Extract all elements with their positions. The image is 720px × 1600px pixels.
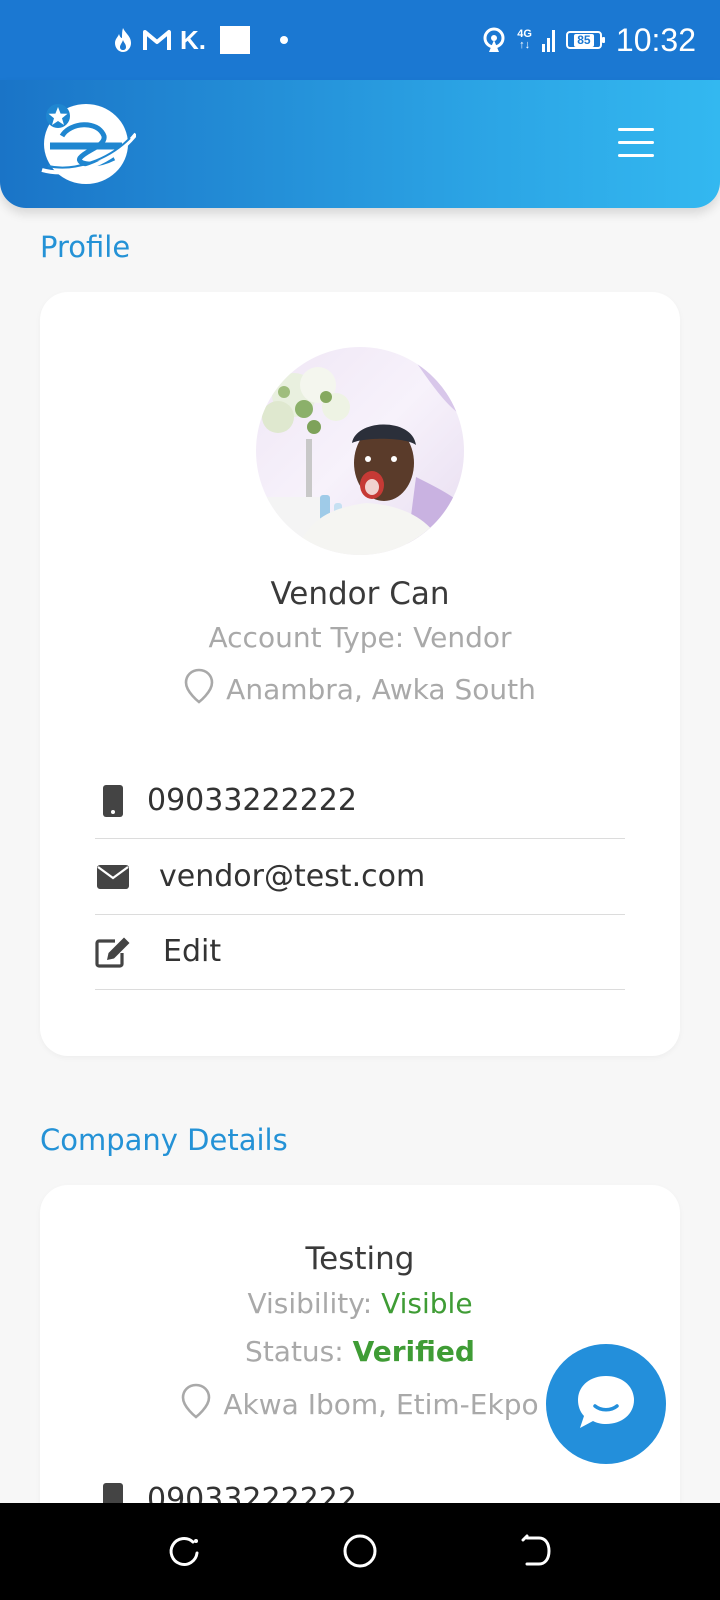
hotspot-icon bbox=[481, 27, 507, 53]
recents-icon[interactable] bbox=[162, 1529, 206, 1573]
app-header bbox=[0, 80, 720, 208]
company-location: Akwa Ibom, Etim-Ekpo bbox=[223, 1387, 539, 1421]
visibility-value: Visible bbox=[381, 1287, 473, 1320]
location-pin-icon bbox=[181, 1383, 211, 1426]
phone-icon bbox=[95, 783, 131, 819]
edit-row[interactable]: Edit bbox=[95, 914, 625, 990]
account-type-line: Account Type: Vendor bbox=[40, 618, 680, 658]
account-type-value: Vendor bbox=[413, 621, 512, 654]
battery-level: 85 bbox=[574, 33, 594, 47]
status-bar-system: 4G ↑↓ 85 10:32 bbox=[481, 18, 696, 62]
visibility-line: Visibility: Visible bbox=[40, 1283, 680, 1325]
phone-row[interactable]: 09033222222 bbox=[95, 763, 625, 839]
company-name: Testing bbox=[305, 1241, 415, 1277]
flame-icon bbox=[112, 27, 134, 53]
signal-icon bbox=[541, 28, 556, 52]
location-pin-icon bbox=[184, 668, 214, 711]
status-bar: K. 4G ↑↓ 85 10:32 bbox=[0, 0, 720, 80]
profile-location-line: Anambra, Awka South bbox=[40, 666, 680, 712]
carrier-text: K. bbox=[180, 25, 206, 55]
battery-icon: 85 bbox=[565, 31, 605, 49]
home-icon[interactable] bbox=[338, 1529, 382, 1573]
visibility-label: Visibility: bbox=[247, 1287, 373, 1320]
clock: 10:32 bbox=[615, 22, 696, 58]
system-nav-bar bbox=[0, 1503, 720, 1600]
profile-section-title: Profile bbox=[40, 230, 131, 264]
notification-square-icon bbox=[220, 26, 250, 54]
phone-number: 09033222222 bbox=[147, 783, 357, 818]
gmail-icon bbox=[142, 28, 172, 52]
status-label: Status: bbox=[245, 1335, 344, 1368]
profile-name: Vendor Can bbox=[270, 576, 450, 612]
chat-button[interactable] bbox=[546, 1344, 666, 1464]
network-activity: ↑↓ bbox=[519, 39, 531, 51]
back-icon[interactable] bbox=[514, 1529, 558, 1573]
app-logo[interactable] bbox=[40, 96, 138, 188]
account-type-label: Account Type: bbox=[208, 621, 405, 654]
envelope-icon bbox=[95, 859, 131, 895]
status-value: Verified bbox=[352, 1335, 475, 1368]
company-section-title: Company Details bbox=[40, 1123, 288, 1157]
profile-avatar[interactable] bbox=[256, 347, 464, 555]
email-address: vendor@test.com bbox=[159, 859, 426, 894]
more-notifications-dot bbox=[280, 36, 288, 44]
chat-bubble-icon bbox=[575, 1373, 637, 1435]
network-type: 4G ↑↓ bbox=[517, 29, 532, 51]
email-row[interactable]: vendor@test.com bbox=[95, 839, 625, 915]
hamburger-menu-icon[interactable] bbox=[618, 126, 656, 160]
status-bar-notifications: K. bbox=[112, 22, 288, 58]
profile-card: Vendor Can Account Type: Vendor Anambra,… bbox=[40, 292, 680, 1056]
edit-label: Edit bbox=[163, 934, 222, 969]
edit-icon bbox=[95, 934, 131, 970]
profile-location: Anambra, Awka South bbox=[226, 672, 536, 706]
